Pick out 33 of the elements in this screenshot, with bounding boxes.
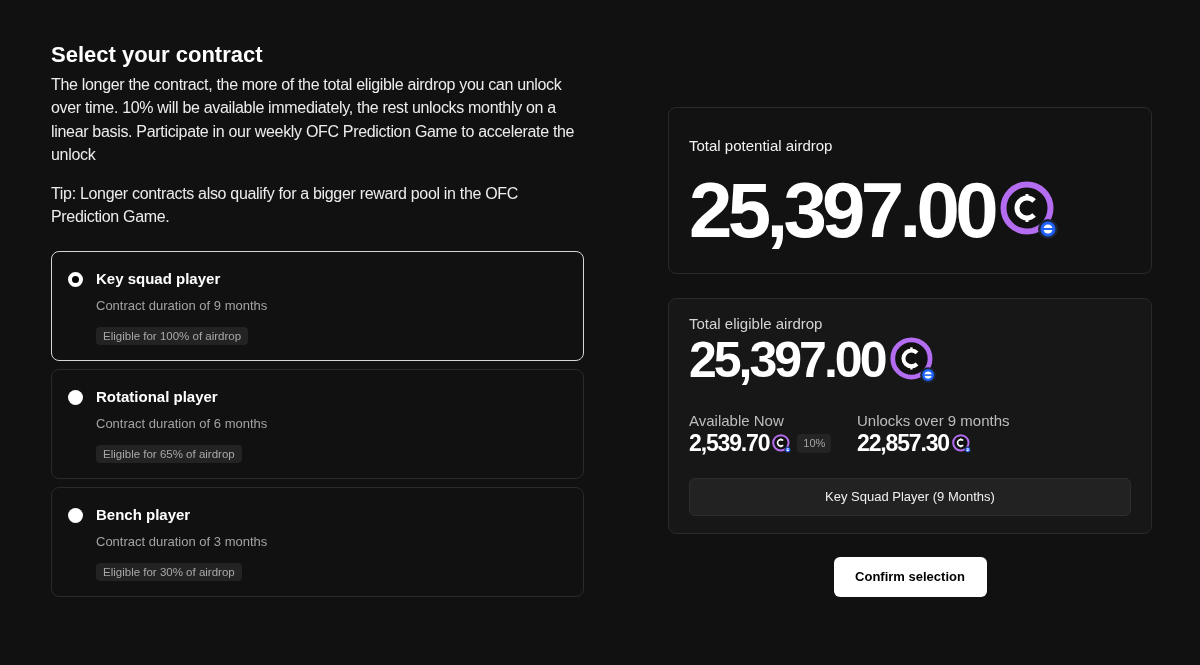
contract-title: Bench player bbox=[96, 505, 191, 526]
coin-icon bbox=[890, 337, 937, 384]
radio-button[interactable] bbox=[68, 508, 83, 524]
contract-duration: Contract duration of 9 months bbox=[96, 297, 268, 316]
eligible-airdrop-amount: 25,397.00 bbox=[689, 335, 885, 386]
coin-icon bbox=[952, 433, 971, 453]
potential-airdrop-amount: 25,397.00 bbox=[689, 171, 994, 250]
contract-option[interactable]: Key squad player Contract duration of 9 months Eligible for 100% of airdrop bbox=[51, 251, 584, 362]
coin-icon bbox=[772, 433, 792, 453]
description-text: The longer the contract, the more of the total eligible airdrop you can unlock over time. 10% will be available immediately, the rest unlocks monthly on a linear basis. Participate in our weekly OFC Prediction Game to accelerate the unlock bbox=[51, 75, 576, 165]
potential-airdrop-label: Total potential airdrop bbox=[689, 136, 834, 157]
percent-badge: 10% bbox=[797, 433, 832, 453]
radio-button[interactable] bbox=[68, 272, 83, 288]
available-now-label: Available Now bbox=[689, 411, 785, 432]
tip-text: Tip: Longer contracts also qualify for a bigger reward pool in the OFC Prediction Game. bbox=[51, 184, 520, 228]
coin-icon bbox=[999, 181, 1058, 240]
contract-title: Key squad player bbox=[96, 269, 221, 290]
radio-button[interactable] bbox=[68, 390, 83, 406]
available-now-amount: 2,539.70 bbox=[689, 431, 770, 456]
unlocks-label: Unlocks over 9 months bbox=[857, 411, 1010, 432]
eligible-airdrop-label: Total eligible airdrop bbox=[689, 314, 824, 335]
unlocks-amount: 22,857.30 bbox=[857, 431, 949, 456]
eligibility-badge: Eligible for 65% of airdrop bbox=[96, 445, 242, 464]
contract-duration: Contract duration of 6 months bbox=[96, 415, 268, 434]
confirm-selection-button[interactable]: Confirm selection bbox=[833, 557, 987, 598]
eligibility-badge: Eligible for 100% of airdrop bbox=[96, 327, 249, 346]
contract-option[interactable]: Bench player Contract duration of 3 months Eligible for 30% of airdrop bbox=[51, 487, 584, 598]
contract-title: Rotational player bbox=[96, 387, 218, 408]
contract-option[interactable]: Rotational player Contract duration of 6 months Eligible for 65% of airdrop bbox=[51, 369, 584, 480]
eligibility-badge: Eligible for 30% of airdrop bbox=[96, 563, 242, 582]
contract-duration: Contract duration of 3 months bbox=[96, 533, 268, 552]
selected-contract-button[interactable]: Key Squad Player (9 Months) bbox=[689, 478, 1131, 517]
page-title: Select your contract bbox=[51, 41, 264, 69]
